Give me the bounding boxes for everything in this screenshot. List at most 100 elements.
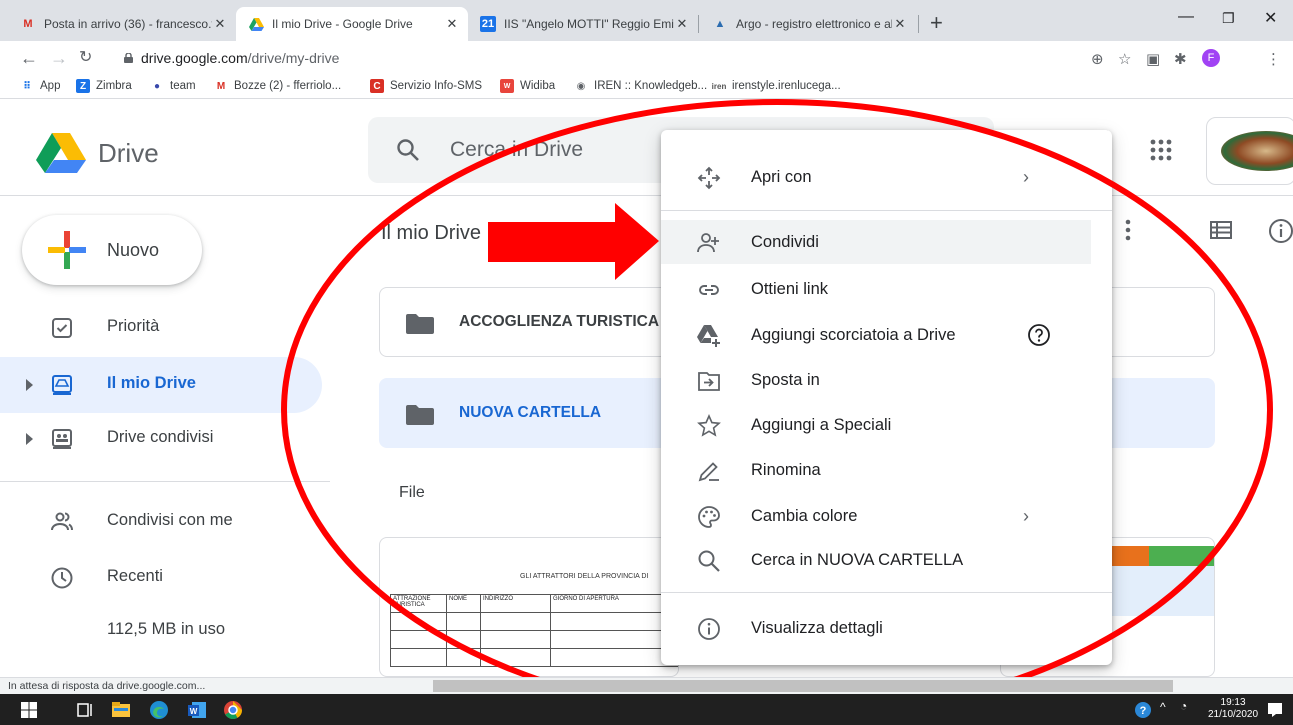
folder-name: ACCOGLIENZA TURISTICA [459, 313, 660, 330]
file-explorer-icon[interactable] [110, 699, 132, 721]
extensions-icon[interactable]: ✱ [1174, 50, 1187, 68]
details-info-icon[interactable] [1268, 218, 1293, 244]
network-icon[interactable]: ◔ [1180, 699, 1187, 713]
new-button[interactable]: Nuovo [22, 215, 202, 285]
menu-item-add-shortcut[interactable]: Aggiungi scorciatoia a Drive [661, 313, 1091, 357]
tab-separator [918, 15, 919, 33]
menu-item-label: Cambia colore [751, 507, 858, 525]
menu-item-label: Sposta in [751, 371, 820, 389]
list-view-icon[interactable] [1210, 221, 1232, 239]
bookmark-label: App [40, 80, 61, 92]
menu-item-share[interactable]: Condividi [661, 220, 1091, 264]
new-tab-button[interactable]: + [930, 12, 943, 34]
page-title[interactable]: Il mio Drive [381, 222, 481, 245]
svg-text:W: W [190, 707, 198, 716]
bookmark-irenstyle[interactable]: iren irenstyle.irenlucega... [712, 79, 841, 93]
expand-caret-icon[interactable] [26, 433, 33, 445]
menu-item-star[interactable]: Aggiungi a Speciali [661, 403, 1091, 447]
svg-text:?: ? [1140, 705, 1147, 717]
rename-icon [698, 462, 719, 482]
url-path: /drive/my-drive [247, 50, 340, 66]
help-tray-icon[interactable]: ? [1132, 699, 1154, 721]
recent-icon [51, 567, 73, 589]
sms-service-icon: C [370, 79, 384, 93]
sidebar-item-shared-with-me[interactable]: Condivisi con me [0, 494, 322, 550]
sidebar-item-my-drive[interactable]: Il mio Drive [0, 357, 322, 413]
browser-tab-gmail[interactable]: M Posta in arrivo (36) - francesco.fe ✕ [8, 7, 236, 41]
close-tab-icon[interactable]: ✕ [444, 16, 460, 32]
menu-item-move-to[interactable]: Sposta in [661, 358, 1091, 402]
bookmark-label: irenstyle.irenlucega... [732, 80, 841, 92]
annotation-arrow-icon [488, 203, 659, 280]
bookmark-widiba[interactable]: W Widiba [500, 79, 555, 93]
files-section-heading: File [399, 484, 425, 501]
sidebar-item-recent[interactable]: Recenti [0, 550, 322, 606]
chevron-up-icon[interactable]: ^ [1160, 700, 1166, 714]
share-person-icon [697, 233, 719, 253]
folder-icon [406, 314, 434, 334]
bookmark-sms[interactable]: C Servizio Info-SMS [370, 79, 482, 93]
menu-item-open-with[interactable]: Apri con › [661, 155, 1091, 199]
back-icon[interactable]: ← [20, 49, 38, 67]
argo-icon: ▲ [714, 18, 726, 30]
browser-tab-iis[interactable]: 21 IIS "Angelo MOTTI" Reggio Emilia ✕ [468, 7, 698, 41]
system-clock[interactable]: 19:13 21/10/2020 [1208, 697, 1258, 721]
cast-icon[interactable]: ▣ [1146, 50, 1160, 68]
search-icon[interactable] [396, 138, 420, 162]
menu-item-view-details[interactable]: Visualizza dettagli [661, 606, 1091, 650]
zoom-icon[interactable]: ⊕ [1091, 50, 1104, 68]
browser-tab-argo[interactable]: ▲ Argo - registro elettronico e altri ✕ [700, 7, 916, 41]
horizontal-scrollbar[interactable] [433, 680, 1173, 692]
priority-icon [52, 318, 72, 338]
bookmark-bozze[interactable]: M Bozze (2) - fferriolo... [214, 79, 341, 93]
sidebar-item-shared-drives[interactable]: Drive condivisi [0, 411, 322, 467]
zimbra-icon: Z [76, 79, 90, 93]
bookmark-app[interactable]: ⠿ App [20, 79, 60, 93]
address-bar[interactable]: drive.google.com/drive/my-drive [141, 50, 339, 66]
doc-preview-band [1149, 546, 1214, 566]
close-tab-icon[interactable]: ✕ [212, 16, 228, 32]
chrome-menu-icon[interactable]: ⋮ [1266, 50, 1281, 68]
help-icon[interactable] [1027, 323, 1051, 347]
file-card[interactable]: GLI ATTRATTORI DELLA PROVINCIA DI ATTRAZ… [379, 537, 679, 677]
folder-icon [406, 405, 434, 425]
forward-icon[interactable]: → [50, 49, 68, 67]
close-tab-icon[interactable]: ✕ [892, 16, 908, 32]
close-tab-icon[interactable]: ✕ [674, 16, 690, 32]
search-input[interactable]: Cerca in Drive [450, 138, 583, 162]
widiba-icon: W [500, 79, 514, 93]
close-window-icon[interactable]: ✕ [1264, 8, 1277, 28]
task-view-icon[interactable] [74, 699, 96, 721]
plus-icon [48, 231, 86, 269]
word-icon[interactable]: W [186, 699, 208, 721]
bookmark-zimbra[interactable]: Z Zimbra [76, 79, 132, 93]
sidebar-item-priority[interactable]: Priorità [0, 300, 322, 356]
windows-start-icon[interactable] [18, 699, 40, 721]
bookmark-team[interactable]: ● team [150, 79, 196, 93]
bookmark-iren[interactable]: ◉ IREN :: Knowledgeb... [574, 79, 708, 93]
menu-item-get-link[interactable]: Ottieni link [661, 267, 1091, 311]
chrome-icon[interactable] [222, 699, 244, 721]
menu-item-label: Visualizza dettagli [751, 619, 883, 637]
chevron-right-icon: › [1023, 506, 1029, 526]
expand-caret-icon[interactable] [26, 379, 33, 391]
menu-divider [661, 210, 1112, 211]
browser-tab-drive[interactable]: Il mio Drive - Google Drive ✕ [236, 7, 468, 41]
menu-item-rename[interactable]: Rinomina [661, 448, 1091, 492]
more-actions-icon[interactable] [1124, 218, 1132, 242]
shared-with-me-icon [51, 512, 73, 531]
menu-item-search-in-folder[interactable]: Cerca in NUOVA CARTELLA [661, 538, 1091, 582]
google-drive-logo-icon[interactable] [36, 133, 86, 173]
google-apps-icon[interactable] [1149, 138, 1173, 162]
reload-icon[interactable]: ↻ [79, 49, 92, 67]
account-button[interactable] [1206, 117, 1293, 185]
notifications-icon[interactable] [1264, 699, 1286, 721]
minimize-icon[interactable]: — [1178, 8, 1194, 26]
edge-icon[interactable] [148, 699, 170, 721]
context-menu: Apri con › Condividi Ottieni link Aggiun… [661, 130, 1112, 665]
bookmark-star-icon[interactable]: ☆ [1118, 50, 1131, 68]
profile-avatar-icon[interactable]: F [1202, 49, 1220, 67]
folder-name: NUOVA CARTELLA [459, 404, 602, 421]
menu-item-change-color[interactable]: Cambia colore › [661, 494, 1091, 538]
restore-icon[interactable]: ❐ [1222, 10, 1235, 27]
